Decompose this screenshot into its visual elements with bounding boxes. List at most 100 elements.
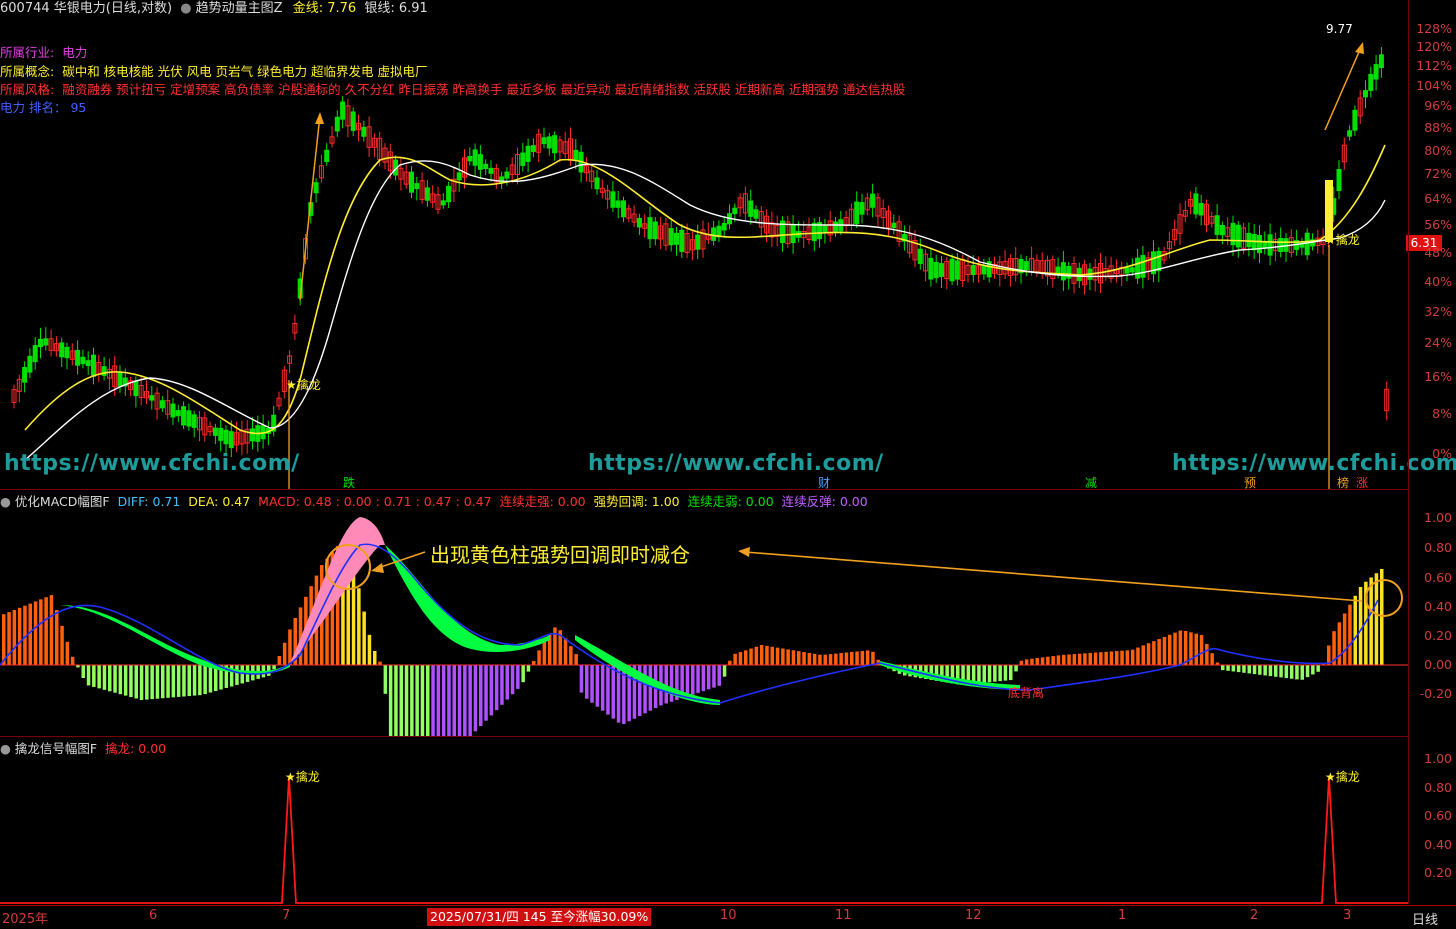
macd-bar [367,634,372,665]
candle [1060,262,1066,281]
candle [101,366,107,376]
macd-bar [1295,665,1299,680]
macd-bar [871,651,875,665]
macd-green-band [60,605,290,675]
signal-label-2[interactable]: ★擒龙 [1325,768,1360,785]
macd-bar [738,652,743,665]
candle [949,258,955,282]
candle [59,342,65,358]
macd-bar [590,665,594,703]
candle [674,232,679,245]
signal-chart[interactable] [0,755,1408,905]
candle [1378,54,1384,69]
candle [615,200,621,208]
macd-bar [749,648,753,665]
candle [324,149,330,163]
macd-bar [1115,651,1119,665]
macd-bar [791,650,796,665]
macd-bar [7,612,11,665]
macd-bar [855,651,859,665]
candle [854,201,860,225]
macd-bar [70,656,75,665]
period-button[interactable]: 日线 [1412,909,1438,928]
candle [711,227,717,241]
candle [181,406,187,426]
macd-chart[interactable] [0,505,1408,737]
macd-bar [1109,651,1114,665]
macd-bar [1231,665,1236,672]
macd-bar [166,665,170,698]
candle [891,222,897,229]
macd-bar [998,665,1002,682]
macd-tick: 1.00 [1424,510,1452,525]
candle [1278,237,1284,253]
macd-bar [378,661,382,665]
macd-bar [187,665,191,697]
candle [350,111,356,131]
macd-bar [479,665,483,726]
price-tick: 96% [1424,98,1452,113]
macd-bar [1046,656,1050,665]
candle [223,429,229,445]
macd-bar [1003,665,1008,681]
macd-bar [176,665,181,697]
signal-tick: 0.40 [1424,837,1452,852]
panel-divider[interactable] [0,736,1408,737]
price-tick: 32% [1424,304,1452,319]
candle [679,229,685,252]
macd-bar [1051,656,1055,665]
candle [75,349,81,366]
price-tick: 56% [1424,217,1452,232]
macd-bar [1152,641,1156,665]
macd-bar [728,660,732,665]
macd-bar [521,665,525,683]
macd-bar [1157,639,1161,665]
price-chart[interactable] [0,0,1408,490]
candle [1368,73,1374,91]
macd-bar [1279,665,1283,678]
macd-bar [828,654,833,665]
signal-tick: 0.20 [1424,865,1452,880]
macd-bar [1263,665,1267,676]
candle [32,345,38,363]
macd-bar [1072,654,1077,665]
macd-bar [1077,653,1082,665]
macd-bar [81,665,85,678]
panel-divider[interactable] [0,489,1408,490]
macd-bar [17,607,22,665]
macd-tick: 0.40 [1424,599,1452,614]
timeline-bar[interactable]: 2025年 6 7 10 11 12 1 2 3 2025/07/31/四 14… [0,905,1456,929]
macd-bar [542,641,547,665]
macd-bar [1183,630,1188,665]
candle [859,202,865,215]
macd-tick: 0.20 [1424,628,1452,643]
candle [361,126,367,137]
timeline-label: 6 [149,908,158,923]
candle [1373,64,1379,80]
macd-bar [1252,665,1257,675]
signal-label-1[interactable]: ★擒龙 [285,768,320,785]
macd-bar [505,665,509,700]
candle [85,360,91,367]
macd-bar [362,611,366,665]
candle [424,187,430,201]
watermark: https://www.cfchi.com/ [1172,451,1456,476]
candle [954,260,960,280]
macd-bar [1199,634,1204,665]
collapse-icon[interactable]: ● [0,741,11,756]
timeline-label: 1 [1118,908,1127,923]
price-tick: 72% [1424,166,1452,181]
rise-arrow-1 [299,114,321,301]
signal-label-price-2[interactable]: ★擒龙 [1325,231,1360,248]
signal-name[interactable]: 擒龙信号幅图F [15,741,97,756]
macd-bar [1146,643,1151,665]
macd-bar [198,665,202,696]
macd-bar [987,665,992,683]
macd-bar [1374,573,1379,665]
candle [811,222,817,242]
signal-label-price-1[interactable]: ★擒龙 [286,376,321,393]
macd-bar [595,665,600,707]
macd-tick: 0.60 [1424,570,1452,585]
macd-bar [113,665,117,693]
candle [1156,250,1162,272]
